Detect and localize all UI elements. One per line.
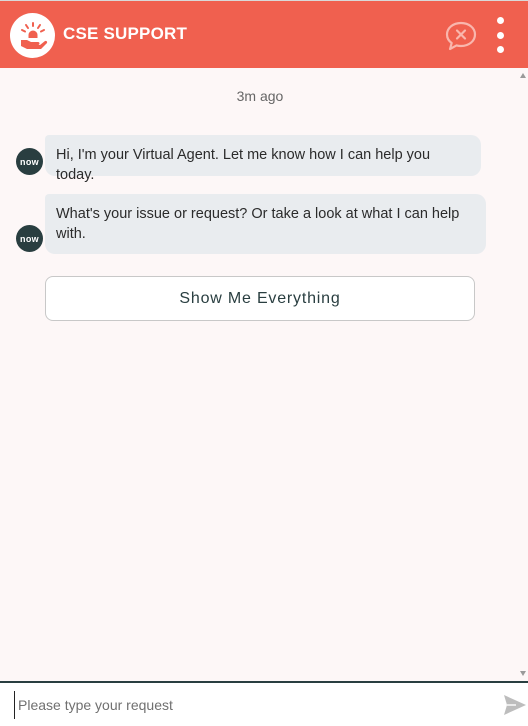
- conversation-scrollbar[interactable]: [519, 68, 528, 681]
- conversation-area[interactable]: 3m ago Hi, I'm your Virtual Agent. Let m…: [0, 68, 528, 681]
- agent-message: Hi, I'm your Virtual Agent. Let me know …: [45, 135, 481, 183]
- agent-message: What's your issue or request? Or take a …: [45, 194, 486, 254]
- header-title: CSE SUPPORT: [63, 24, 188, 43]
- send-arrow-icon: [504, 695, 526, 715]
- chat-header: CSE SUPPORT: [0, 0, 528, 68]
- request-input[interactable]: [14, 691, 488, 719]
- virtual-agent-chat-window: CSE SUPPORT 3m ago Hi, I'm your Virtual …: [0, 0, 528, 726]
- agent-avatar: now: [16, 225, 43, 252]
- message-composer: [0, 681, 528, 726]
- chat-bubble-x-icon: [445, 21, 477, 51]
- agent-avatar: now: [16, 148, 43, 175]
- end-chat-button[interactable]: [444, 20, 478, 52]
- send-button[interactable]: [503, 694, 527, 716]
- more-options-button[interactable]: [491, 17, 509, 53]
- support-logo: [10, 13, 55, 58]
- scroll-up-arrow-icon[interactable]: [520, 73, 526, 78]
- hand-with-lightbulb-icon: [20, 21, 47, 49]
- show-me-everything-button[interactable]: Show Me Everything: [45, 276, 475, 321]
- message-timestamp: 3m ago: [236, 88, 284, 104]
- scroll-down-arrow-icon[interactable]: [520, 671, 526, 676]
- vertical-ellipsis-icon: [496, 17, 504, 24]
